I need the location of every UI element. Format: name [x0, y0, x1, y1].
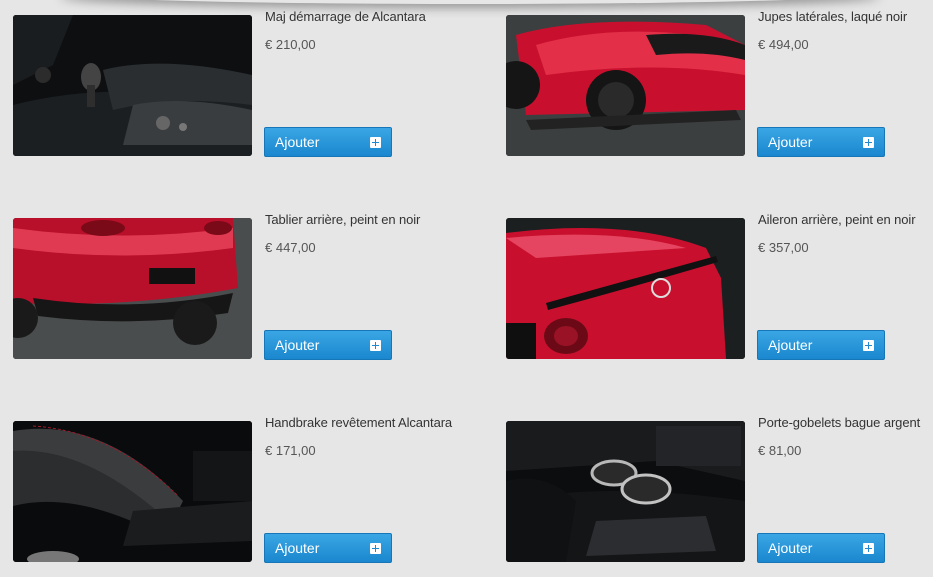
- product-price: € 447,00: [265, 240, 316, 255]
- add-button-label: Ajouter: [275, 540, 320, 556]
- product-title: Tablier arrière, peint en noir: [265, 212, 421, 227]
- add-to-cart-button[interactable]: Ajouter: [264, 533, 392, 563]
- add-to-cart-button[interactable]: Ajouter: [264, 330, 392, 360]
- product-card: Tablier arrière, peint en noir € 447,00 …: [13, 212, 433, 363]
- product-price: € 494,00: [758, 37, 809, 52]
- red-car-side-skirt-photo: [506, 15, 745, 156]
- red-car-rear-spoiler-photo: [506, 218, 745, 359]
- plus-icon: [863, 339, 874, 351]
- product-title: Maj démarrage de Alcantara: [265, 9, 426, 24]
- product-image-interior-shifter[interactable]: [13, 15, 252, 156]
- product-image-rear-apron[interactable]: [13, 218, 252, 359]
- add-to-cart-button[interactable]: Ajouter: [757, 127, 885, 157]
- product-price: € 81,00: [758, 443, 802, 458]
- plus-icon: [370, 136, 381, 148]
- product-card: Aileron arrière, peint en noir € 357,00 …: [506, 212, 926, 363]
- product-title: Aileron arrière, peint en noir: [758, 212, 916, 227]
- interior-shifter-photo: [13, 15, 252, 156]
- product-card: Jupes latérales, laqué noir € 494,00 Ajo…: [506, 9, 926, 160]
- product-grid-page: Maj démarrage de Alcantara € 210,00 Ajou…: [0, 0, 933, 577]
- product-price: € 210,00: [265, 37, 316, 52]
- add-button-label: Ajouter: [275, 337, 320, 353]
- add-to-cart-button[interactable]: Ajouter: [264, 127, 392, 157]
- product-title: Porte-gobelets bague argent: [758, 415, 921, 430]
- product-card: Handbrake revêtement Alcantara € 171,00 …: [13, 415, 452, 566]
- plus-icon: [863, 542, 874, 554]
- product-image-rear-spoiler[interactable]: [506, 218, 745, 359]
- cup-holder-photo: [506, 421, 745, 562]
- plus-icon: [370, 339, 381, 351]
- add-button-label: Ajouter: [768, 540, 813, 556]
- red-car-rear-apron-photo: [13, 218, 252, 359]
- handbrake-cover-photo: [13, 421, 252, 562]
- add-to-cart-button[interactable]: Ajouter: [757, 533, 885, 563]
- add-to-cart-button[interactable]: Ajouter: [757, 330, 885, 360]
- product-title: Handbrake revêtement Alcantara: [265, 415, 453, 430]
- product-title: Jupes latérales, laqué noir: [758, 9, 908, 24]
- add-button-label: Ajouter: [768, 134, 813, 150]
- product-price: € 357,00: [758, 240, 809, 255]
- product-image-handbrake[interactable]: [13, 421, 252, 562]
- product-price: € 171,00: [265, 443, 316, 458]
- product-image-side-skirt[interactable]: [506, 15, 745, 156]
- header-shadow: [60, 0, 880, 4]
- plus-icon: [863, 136, 874, 148]
- plus-icon: [370, 542, 381, 554]
- product-card: Porte-gobelets bague argent € 81,00 Ajou…: [506, 415, 926, 566]
- product-card: Maj démarrage de Alcantara € 210,00 Ajou…: [13, 9, 433, 160]
- add-button-label: Ajouter: [275, 134, 320, 150]
- add-button-label: Ajouter: [768, 337, 813, 353]
- product-image-cup-holder[interactable]: [506, 421, 745, 562]
